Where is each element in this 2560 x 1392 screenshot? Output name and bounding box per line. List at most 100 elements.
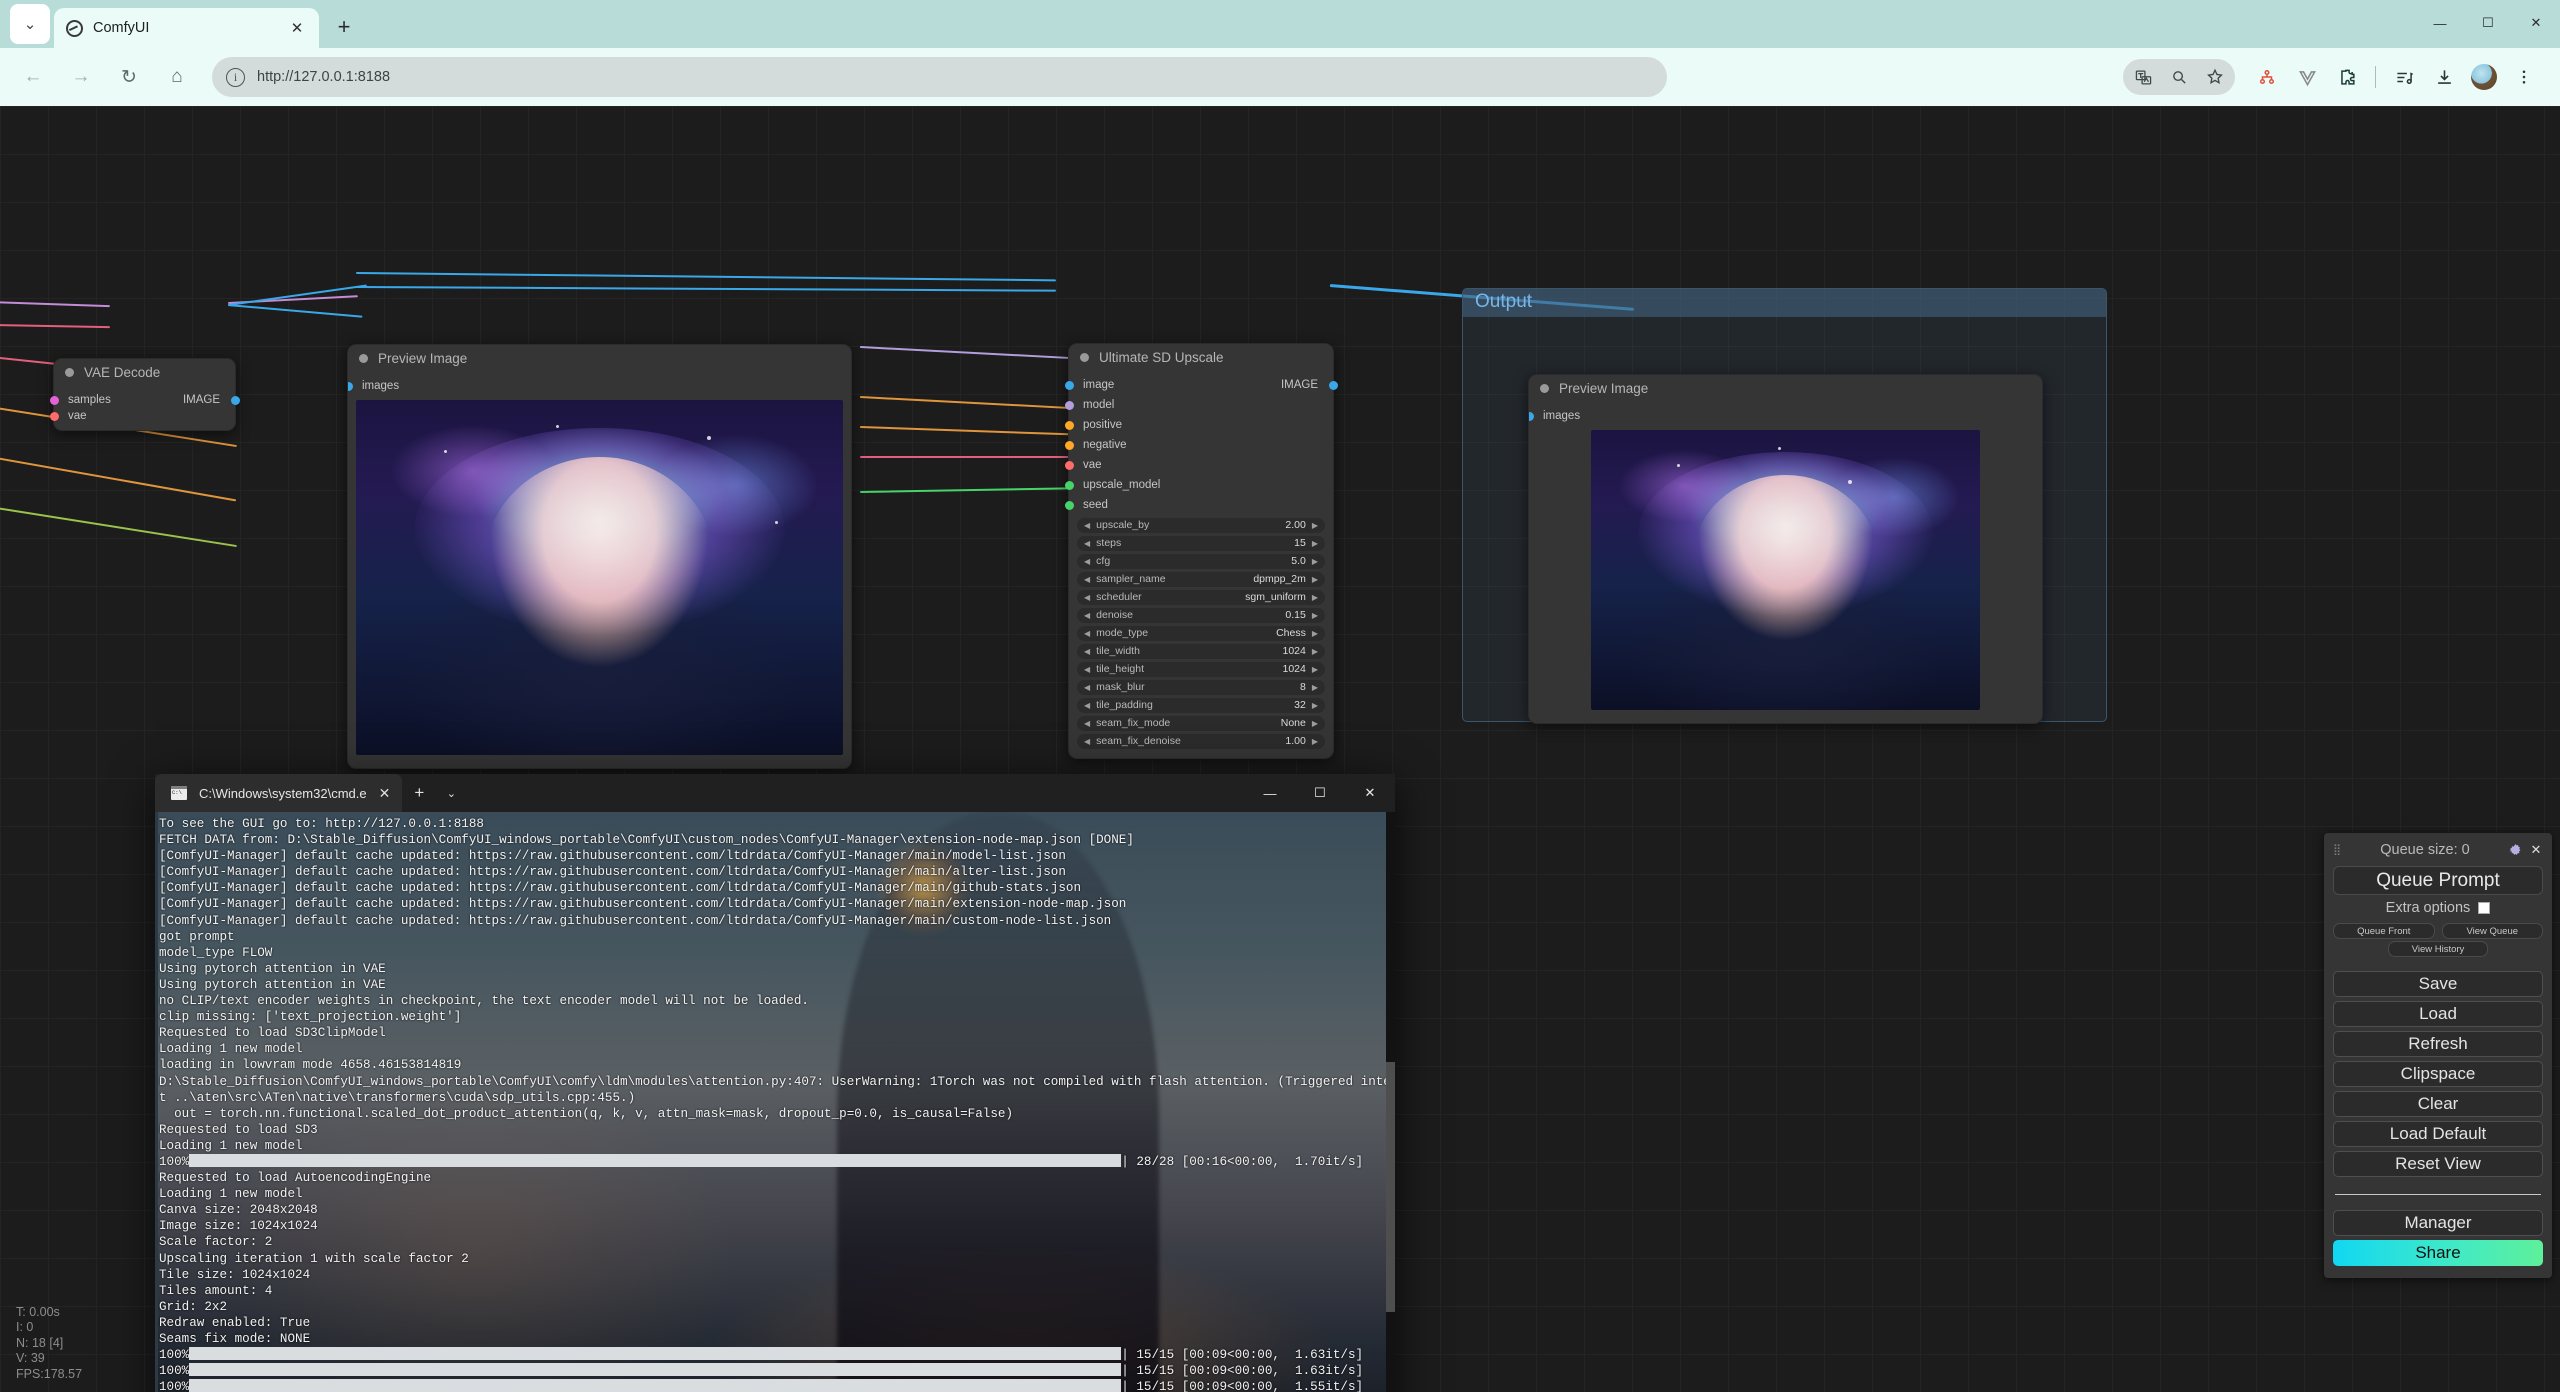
translate-icon[interactable] xyxy=(2125,59,2161,95)
sitemap-icon[interactable] xyxy=(2249,59,2285,95)
widget-value[interactable]: 1024 xyxy=(1282,645,1305,657)
node-slot-images[interactable]: images xyxy=(1529,406,2042,426)
node-title-bar[interactable]: Preview Image xyxy=(348,345,851,372)
reload-icon[interactable]: ↻ xyxy=(110,58,148,96)
node-title-bar[interactable]: VAE Decode xyxy=(54,359,235,386)
queue-front-button[interactable]: Queue Front xyxy=(2333,923,2435,939)
widget-value[interactable]: None xyxy=(1281,717,1306,729)
output-pin[interactable] xyxy=(230,395,240,405)
preview-image-thumbnail[interactable] xyxy=(1591,430,1980,710)
cmd-tab[interactable]: C:\Windows\system32\cmd.e ✕ xyxy=(155,774,403,812)
tab-search-chevron-icon[interactable]: ⌄ xyxy=(10,4,50,44)
input-pin[interactable] xyxy=(1064,460,1074,470)
widget-decrement-icon[interactable]: ◀ xyxy=(1084,665,1090,674)
node-collapse-dot[interactable] xyxy=(65,368,74,377)
node-slot-images[interactable]: images xyxy=(348,376,851,396)
widget-value[interactable]: 5.0 xyxy=(1291,555,1306,567)
queue-prompt-button[interactable]: Queue Prompt xyxy=(2333,866,2543,895)
input-pin[interactable] xyxy=(49,395,59,405)
view-history-button[interactable]: View History xyxy=(2388,941,2488,957)
input-pin[interactable] xyxy=(1064,480,1074,490)
output-pin[interactable] xyxy=(1328,380,1338,390)
vue-devtools-icon[interactable] xyxy=(2289,59,2325,95)
widget-increment-icon[interactable]: ▶ xyxy=(1312,683,1318,692)
node-collapse-dot[interactable] xyxy=(359,354,368,363)
bookmark-star-icon[interactable] xyxy=(2197,59,2233,95)
input-pin[interactable] xyxy=(1529,411,1534,421)
widget-sampler_name[interactable]: ◀ sampler_name dpmpp_2m ▶ xyxy=(1077,571,1325,587)
cmd-chevron-down-icon[interactable]: ⌄ xyxy=(436,787,466,800)
node-slot-model[interactable]: model xyxy=(1064,395,1333,415)
menu-button-clipspace[interactable]: Clipspace xyxy=(2333,1061,2543,1087)
browser-tab-comfyui[interactable]: ComfyUI ✕ xyxy=(54,8,319,48)
back-icon[interactable]: ← xyxy=(14,58,52,96)
profile-avatar[interactable] xyxy=(2466,59,2502,95)
menu-button-save[interactable]: Save xyxy=(2333,971,2543,997)
manager-button[interactable]: Manager xyxy=(2333,1210,2543,1236)
widget-value[interactable]: 1.00 xyxy=(1285,735,1305,747)
input-pin[interactable] xyxy=(1064,500,1074,510)
node-slot-samples[interactable]: samples IMAGE xyxy=(49,390,240,410)
maximize-button[interactable]: ☐ xyxy=(2464,0,2512,46)
widget-decrement-icon[interactable]: ◀ xyxy=(1084,719,1090,728)
widget-value[interactable]: 8 xyxy=(1300,681,1306,693)
home-icon[interactable]: ⌂ xyxy=(158,58,196,96)
node-slot-negative[interactable]: negative xyxy=(1064,435,1333,455)
comfy-menu-panel[interactable]: ⣿ Queue size: 0 ✕ Queue Prompt Extra opt… xyxy=(2324,833,2552,1278)
widget-increment-icon[interactable]: ▶ xyxy=(1312,557,1318,566)
widget-increment-icon[interactable]: ▶ xyxy=(1312,665,1318,674)
forward-icon[interactable]: → xyxy=(62,58,100,96)
widget-increment-icon[interactable]: ▶ xyxy=(1312,593,1318,602)
view-queue-button[interactable]: View Queue xyxy=(2441,923,2543,939)
widget-mode_type[interactable]: ◀ mode_type Chess ▶ xyxy=(1077,625,1325,641)
widget-decrement-icon[interactable]: ◀ xyxy=(1084,575,1090,584)
widget-increment-icon[interactable]: ▶ xyxy=(1312,521,1318,530)
widget-seam_fix_mode[interactable]: ◀ seam_fix_mode None ▶ xyxy=(1077,715,1325,731)
widget-value[interactable]: 2.00 xyxy=(1285,519,1305,531)
menu-button-refresh[interactable]: Refresh xyxy=(2333,1031,2543,1057)
menu-button-clear[interactable]: Clear xyxy=(2333,1091,2543,1117)
close-menu-icon[interactable]: ✕ xyxy=(2529,842,2543,858)
comfyui-canvas[interactable]: Output VAE Decode samples IMAGE vae Prev… xyxy=(0,106,2560,1392)
widget-decrement-icon[interactable]: ◀ xyxy=(1084,701,1090,710)
widget-steps[interactable]: ◀ steps 15 ▶ xyxy=(1077,535,1325,551)
address-bar[interactable]: i http://127.0.0.1:8188 xyxy=(212,57,1667,97)
widget-decrement-icon[interactable]: ◀ xyxy=(1084,647,1090,656)
kebab-menu-icon[interactable] xyxy=(2506,59,2542,95)
menu-button-load[interactable]: Load xyxy=(2333,1001,2543,1027)
node-ultimate-sd-upscale[interactable]: Ultimate SD Upscale image IMAGE model po… xyxy=(1064,343,1338,759)
widget-increment-icon[interactable]: ▶ xyxy=(1312,737,1318,746)
cmd-new-tab-button[interactable]: + xyxy=(402,783,436,803)
downloads-icon[interactable] xyxy=(2426,59,2462,95)
cmd-minimize-button[interactable]: — xyxy=(1245,774,1295,812)
media-playlist-icon[interactable] xyxy=(2386,59,2422,95)
widget-decrement-icon[interactable]: ◀ xyxy=(1084,539,1090,548)
menu-button-load-default[interactable]: Load Default xyxy=(2333,1121,2543,1147)
command-prompt-window[interactable]: C:\Windows\system32\cmd.e ✕ + ⌄ — ☐ ✕ To… xyxy=(155,774,1395,1392)
cmd-close-button[interactable]: ✕ xyxy=(1345,774,1395,812)
node-collapse-dot[interactable] xyxy=(1540,384,1549,393)
widget-value[interactable]: 1024 xyxy=(1282,663,1305,675)
extra-options-checkbox[interactable] xyxy=(2478,902,2491,914)
widget-increment-icon[interactable]: ▶ xyxy=(1312,611,1318,620)
close-tab-icon[interactable]: ✕ xyxy=(287,19,307,37)
node-slot-image[interactable]: image IMAGE xyxy=(1064,375,1338,395)
widget-decrement-icon[interactable]: ◀ xyxy=(1084,629,1090,638)
input-pin[interactable] xyxy=(1064,380,1074,390)
widget-decrement-icon[interactable]: ◀ xyxy=(1084,611,1090,620)
widget-increment-icon[interactable]: ▶ xyxy=(1312,575,1318,584)
extra-options-row[interactable]: Extra options xyxy=(2333,895,2543,921)
node-slot-seed[interactable]: seed xyxy=(1064,495,1333,515)
widget-scheduler[interactable]: ◀ scheduler sgm_uniform ▶ xyxy=(1077,589,1325,605)
gear-icon[interactable] xyxy=(2507,842,2523,858)
node-slot-positive[interactable]: positive xyxy=(1064,415,1333,435)
widget-value[interactable]: 15 xyxy=(1294,537,1306,549)
widget-tile_width[interactable]: ◀ tile_width 1024 ▶ xyxy=(1077,643,1325,659)
cmd-maximize-button[interactable]: ☐ xyxy=(1295,774,1345,812)
terminal-scrollbar[interactable] xyxy=(1386,812,1395,1392)
widget-value[interactable]: 32 xyxy=(1294,699,1306,711)
node-slot-vae[interactable]: vae xyxy=(1064,455,1333,475)
menu-button-reset-view[interactable]: Reset View xyxy=(2333,1151,2543,1177)
node-preview-image-output[interactable]: Preview Image images xyxy=(1528,374,2043,724)
search-icon[interactable] xyxy=(2161,59,2197,95)
